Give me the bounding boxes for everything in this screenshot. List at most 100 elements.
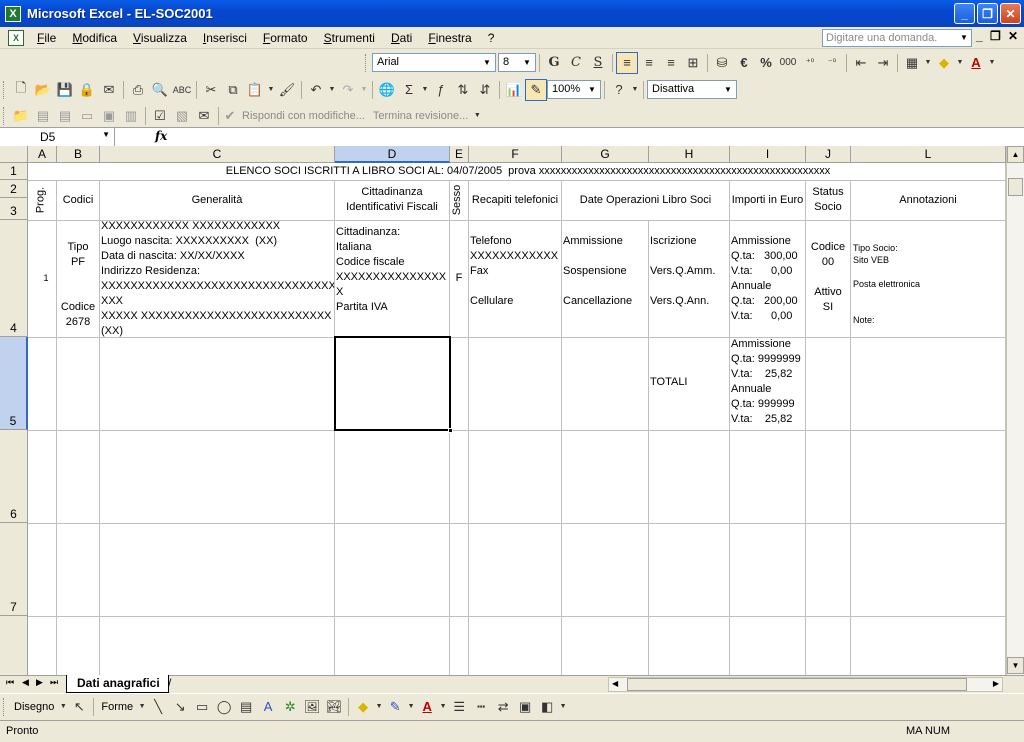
chevron-down-icon[interactable]: ▼ [987,52,997,74]
new-comment-icon[interactable]: 📁 [10,105,32,127]
column-header-c[interactable]: C [100,146,335,163]
toolbar-grip[interactable] [3,697,6,716]
format-painter-icon[interactable]: 🖌 [276,79,298,101]
font-color-icon[interactable]: A [416,696,438,718]
restore-button[interactable]: ❐ [977,3,998,24]
select-all-corner[interactable] [0,146,28,163]
menu-dati[interactable]: Dati [383,28,420,48]
dash-style-icon[interactable]: ┅ [470,696,492,718]
name-box[interactable]: D5 ▼ [0,128,115,146]
drawing-icon[interactable]: ✎ [525,78,547,101]
font-name-select[interactable]: Arial ▼ [372,53,496,72]
column-header-l[interactable]: L [851,146,1006,163]
disegno-menu[interactable]: Disegno [14,701,54,713]
thousands-button[interactable]: 000 [777,52,799,74]
toolbar-grip[interactable] [3,106,6,125]
paste-icon[interactable]: 📋 [244,79,266,101]
underline-button[interactable]: S [587,52,609,74]
hyperlink-icon[interactable]: 🌐 [376,79,398,101]
column-header-g[interactable]: G [562,146,649,163]
menu-finestra[interactable]: Finestra [420,28,479,48]
selected-cell-d5[interactable] [334,336,453,433]
line-style-icon[interactable]: ☰ [448,696,470,718]
shadow-icon[interactable]: ▣ [514,696,536,718]
copy-icon[interactable]: ⧉ [222,79,244,101]
chevron-down-icon[interactable]: ▼ [102,130,110,139]
save-icon[interactable]: 💾 [54,79,76,101]
last-sheet-icon[interactable]: ⏭ [50,677,58,688]
row-header-2[interactable]: 2 [0,180,28,198]
chevron-down-icon[interactable]: ▼ [438,696,448,718]
close-button[interactable]: ✕ [1000,3,1021,24]
horizontal-scroll-thumb[interactable] [627,678,967,691]
delete-comment-icon[interactable]: ▥ [120,105,142,127]
help-question-input[interactable]: Digitare una domanda. ▼ [822,29,972,47]
permission-icon[interactable]: 🔒 [76,79,98,101]
new-file-icon[interactable]: 🗋 [10,79,32,101]
next-comment-icon[interactable]: ▤ [54,105,76,127]
chevron-down-icon[interactable]: ▼ [266,79,276,101]
show-comment-icon[interactable]: ▭ [76,105,98,127]
oval-icon[interactable]: ◯ [213,696,235,718]
vertical-scrollbar[interactable]: ▲ ▼ [1006,146,1024,675]
diagram-icon[interactable]: ✲ [279,696,301,718]
chevron-down-icon[interactable]: ▼ [406,696,416,718]
column-header-b[interactable]: B [57,146,100,163]
scroll-up-arrow-icon[interactable]: ▲ [1007,146,1024,163]
scroll-left-arrow-icon[interactable]: ◀ [612,679,618,688]
previous-comment-icon[interactable]: ▤ [32,105,54,127]
borders-icon[interactable]: ▦ [901,52,923,74]
increase-decimal-icon[interactable]: ⁺⁰ [799,52,821,74]
row-header-6[interactable]: 6 [0,430,28,523]
menu-strumenti[interactable]: Strumenti [316,28,383,48]
chevron-down-icon[interactable]: ▼ [58,696,68,718]
row-header-3[interactable]: 3 [0,198,28,220]
sort-descending-icon[interactable]: ⇵ [474,79,496,101]
send-icon[interactable]: ▧ [171,105,193,127]
forme-menu[interactable]: Forme [101,701,133,713]
select-objects-icon[interactable]: ↖ [68,696,90,718]
send-mail-icon[interactable]: ✉ [193,105,215,127]
clipart-icon[interactable]: 🖼 [301,696,323,718]
sort-ascending-icon[interactable]: ⇅ [452,79,474,101]
worksheet-grid[interactable]: A B C D E F G H I J L 1 2 3 4 5 6 7 ELEN… [0,146,1006,675]
toolbar-grip[interactable] [365,53,368,72]
row-header-1[interactable]: 1 [0,163,28,180]
arrow-icon[interactable]: ↘ [169,696,191,718]
decrease-decimal-icon[interactable]: ⁻⁰ [821,52,843,74]
row-header-5[interactable]: 5 [0,337,28,430]
chevron-down-icon[interactable]: ▼ [585,82,599,97]
chevron-down-icon[interactable]: ▼ [957,30,971,46]
autosum-icon[interactable]: Σ [398,79,420,101]
decrease-indent-icon[interactable]: ⇤ [850,52,872,74]
disattiva-select[interactable]: Disattiva ▼ [647,80,737,99]
percent-button[interactable]: % [755,52,777,74]
redo-icon[interactable]: ↷ [337,79,359,101]
align-center-button[interactable]: ≡ [638,52,660,74]
merge-center-button[interactable]: ⊞ [682,52,704,74]
currency-button[interactable]: € [733,52,755,74]
align-left-button[interactable]: ≡ [616,51,638,74]
formula-input[interactable] [175,129,1015,146]
font-size-select[interactable]: 8 ▼ [498,53,536,72]
menu-help[interactable]: ? [480,28,503,48]
doc-minimize-button[interactable]: _ [976,29,983,43]
chevron-down-icon[interactable]: ▼ [374,696,384,718]
row-header-8[interactable] [0,616,28,675]
chevron-down-icon[interactable]: ▼ [480,55,494,70]
scroll-down-arrow-icon[interactable]: ▼ [1007,657,1024,674]
menu-modifica[interactable]: Modifica [64,28,125,48]
chevron-down-icon[interactable]: ▼ [955,52,965,74]
chevron-down-icon[interactable]: ▼ [327,79,337,101]
chevron-down-icon[interactable]: ▼ [420,79,430,101]
column-header-h[interactable]: H [649,146,730,163]
chevron-down-icon[interactable]: ▼ [472,105,482,127]
next-sheet-icon[interactable]: ▶ [36,677,43,688]
help-icon[interactable]: ? [608,79,630,101]
chevron-down-icon[interactable]: ▼ [137,696,147,718]
menu-formato[interactable]: Formato [255,28,316,48]
zoom-select[interactable]: 100% ▼ [547,80,601,99]
bold-button[interactable]: G [543,52,565,74]
cut-icon[interactable]: ✂ [200,79,222,101]
horizontal-scrollbar[interactable]: ◀ ▶ [608,677,1003,692]
